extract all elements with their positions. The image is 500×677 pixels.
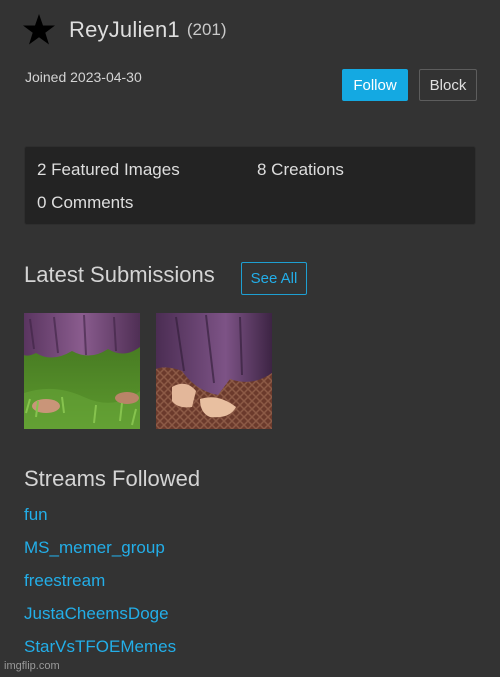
- featured-images-count: 2 Featured Images: [37, 160, 180, 179]
- comments-count: 0 Comments: [37, 193, 134, 212]
- watermark: imgflip.com: [4, 660, 60, 672]
- stream-link[interactable]: StarVsTFOEMemes: [24, 637, 176, 657]
- user-points: (201): [186, 20, 227, 39]
- stream-link[interactable]: MS_memer_group: [24, 538, 165, 558]
- username: ReyJulien1: [69, 17, 180, 42]
- streams-followed-heading: Streams Followed: [24, 466, 201, 491]
- joined-date: Joined 2023-04-30: [25, 69, 142, 85]
- profile-header: ReyJulien1 (201): [22, 12, 227, 48]
- stream-link[interactable]: JustaCheemsDoge: [24, 604, 169, 624]
- stream-link[interactable]: fun: [24, 505, 48, 525]
- stats-panel: 2 Featured Images 8 Creations 0 Comments: [24, 146, 476, 225]
- star-icon: [22, 13, 56, 47]
- block-button[interactable]: Block: [419, 69, 477, 101]
- see-all-button[interactable]: See All: [241, 262, 307, 295]
- creations-count: 8 Creations: [257, 160, 344, 179]
- latest-submissions-heading: Latest Submissions: [24, 262, 215, 287]
- user-profile-page: ReyJulien1 (201) Joined 2023-04-30 Follo…: [0, 0, 500, 677]
- stream-link[interactable]: freestream: [24, 571, 105, 591]
- submission-thumbnail-2[interactable]: [156, 313, 272, 429]
- submission-thumbnail-1[interactable]: [24, 313, 140, 429]
- follow-button[interactable]: Follow: [342, 69, 408, 101]
